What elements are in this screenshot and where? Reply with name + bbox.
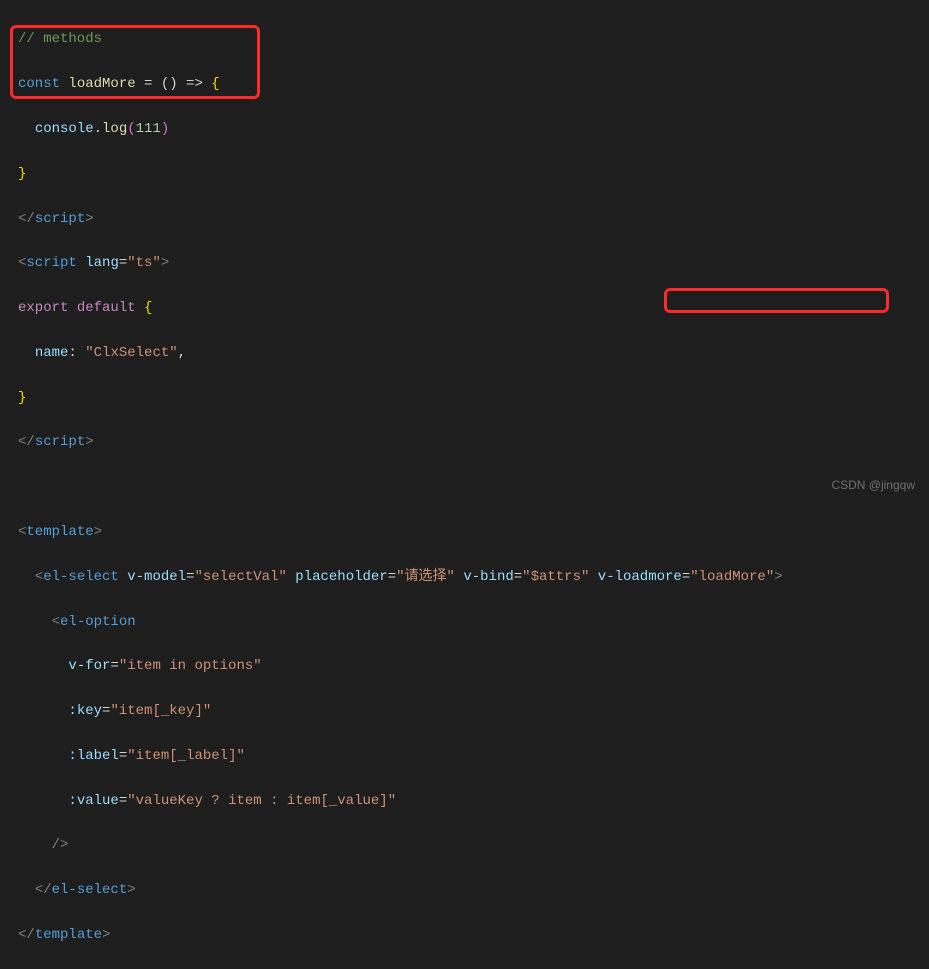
attr-placeholder: placeholder — [295, 569, 387, 585]
comment: // methods — [18, 31, 102, 47]
tag-el-select: el-select — [52, 882, 128, 898]
attr-value: :value — [68, 793, 118, 809]
string-val: "loadMore" — [690, 569, 774, 585]
code-line: } — [18, 387, 911, 409]
code-line: // methods — [18, 28, 911, 50]
string-val: "item[_label]" — [127, 748, 245, 764]
attr-v-loadmore: v-loadmore — [598, 569, 682, 585]
dot: . — [94, 121, 102, 137]
indent — [18, 121, 35, 137]
equals: = — [682, 569, 690, 585]
code-line: <el-select v-model="selectVal" placehold… — [18, 566, 911, 588]
tag-bracket: </ — [18, 927, 35, 943]
code-line: :key="item[_key]" — [18, 700, 911, 722]
equals: = — [186, 569, 194, 585]
string-val: "ClxSelect" — [85, 345, 177, 361]
code-line: </el-select> — [18, 879, 911, 901]
equals: = — [110, 658, 118, 674]
code-line: v-for="item in options" — [18, 655, 911, 677]
arrow: = () => — [136, 76, 212, 92]
code-block: // methods const loadMore = () => { cons… — [0, 6, 929, 969]
brace: { — [211, 76, 219, 92]
attr-v-model: v-model — [127, 569, 186, 585]
brace: } — [18, 166, 26, 182]
attr-v-bind: v-bind — [463, 569, 513, 585]
tag-bracket: > — [774, 569, 782, 585]
tag-el-select: el-select — [43, 569, 119, 585]
code-line: </template> — [18, 924, 911, 946]
code-line: export default { — [18, 297, 911, 319]
code-line: const loadMore = () => { — [18, 73, 911, 95]
equals: = — [119, 255, 127, 271]
equals: = — [514, 569, 522, 585]
code-line: </script> — [18, 431, 911, 453]
string-val: "ts" — [127, 255, 161, 271]
attr-key: :key — [68, 703, 102, 719]
tag-bracket: </ — [35, 882, 52, 898]
console-obj: console — [35, 121, 94, 137]
tag-bracket: > — [127, 882, 135, 898]
equals: = — [102, 703, 110, 719]
code-line: :value="valueKey ? item : item[_value]" — [18, 790, 911, 812]
code-line: :label="item[_label]" — [18, 745, 911, 767]
string-val: "valueKey ? item : item[_value]" — [127, 793, 396, 809]
tag-bracket: > — [85, 434, 93, 450]
blank-line — [18, 476, 911, 498]
number-literal: 111 — [136, 121, 161, 137]
string-val: "selectVal" — [194, 569, 286, 585]
tag-bracket: </ — [18, 211, 35, 227]
log-fn: log — [102, 121, 127, 137]
code-line: <el-option — [18, 611, 911, 633]
tag-bracket: < — [35, 569, 43, 585]
code-line: <template> — [18, 521, 911, 543]
keyword-const: const — [18, 76, 60, 92]
string-val: "请选择" — [396, 569, 455, 585]
tag-script: script — [35, 434, 85, 450]
keyword-default: default — [77, 300, 136, 316]
watermark: CSDN @jingqw — [831, 476, 915, 495]
tag-bracket: > — [85, 211, 93, 227]
code-line: /> — [18, 834, 911, 856]
attr-v-for: v-for — [68, 658, 110, 674]
brace: { — [144, 300, 152, 316]
attr-lang: lang — [85, 255, 119, 271]
tag-bracket: </ — [18, 434, 35, 450]
code-line: <script lang="ts"> — [18, 252, 911, 274]
comma: , — [178, 345, 186, 361]
equals: = — [119, 748, 127, 764]
fn-name: loadMore — [68, 76, 135, 92]
keyword-export: export — [18, 300, 68, 316]
string-val: "item[_key]" — [110, 703, 211, 719]
tag-bracket: > — [161, 255, 169, 271]
code-line: console.log(111) — [18, 118, 911, 140]
tag-template: template — [26, 524, 93, 540]
string-val: "$attrs" — [522, 569, 589, 585]
colon: : — [68, 345, 76, 361]
tag-bracket: > — [102, 927, 110, 943]
paren: ( — [127, 121, 135, 137]
equals: = — [119, 793, 127, 809]
prop-name: name — [35, 345, 69, 361]
string-val: "item in options" — [119, 658, 262, 674]
tag-script: script — [26, 255, 76, 271]
code-line: </script> — [18, 208, 911, 230]
tag-script: script — [35, 211, 85, 227]
tag-bracket: /> — [52, 837, 69, 853]
equals: = — [388, 569, 396, 585]
paren: ) — [161, 121, 169, 137]
code-line: name: "ClxSelect", — [18, 342, 911, 364]
attr-label: :label — [68, 748, 118, 764]
tag-el-option: el-option — [60, 614, 136, 630]
tag-bracket: > — [94, 524, 102, 540]
code-line: } — [18, 163, 911, 185]
tag-template: template — [35, 927, 102, 943]
tag-bracket: < — [52, 614, 60, 630]
brace: } — [18, 390, 26, 406]
tag-bracket: < — [18, 524, 26, 540]
